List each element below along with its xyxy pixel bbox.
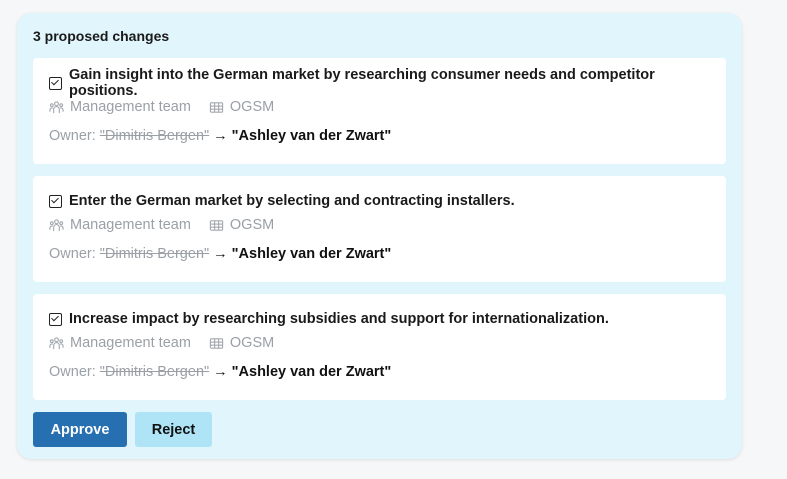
board-name: OGSM — [229, 217, 275, 233]
table-icon — [209, 219, 224, 231]
reject-button[interactable]: Reject — [135, 412, 212, 447]
team-name: Management team — [70, 217, 191, 233]
change-card: Enter the German market by selecting and… — [33, 176, 726, 282]
change-meta: Management team OGSM — [49, 216, 710, 234]
team-icon — [49, 100, 64, 113]
change-title-row: Increase impact by researching subsidies… — [49, 310, 710, 328]
panel-title: 3 proposed changes — [33, 28, 170, 44]
change-title-row: Enter the German market by selecting and… — [49, 192, 710, 210]
team-name: Management team — [70, 99, 191, 115]
team-tag: Management team — [49, 217, 191, 233]
change-title: Enter the German market by selecting and… — [69, 193, 515, 209]
owner-change: Owner: "Dimitris Bergen" → "Ashley van d… — [49, 127, 710, 145]
checkbox-checked-icon[interactable] — [49, 312, 62, 326]
arrow-right-icon: → — [213, 128, 228, 144]
team-tag: Management team — [49, 99, 191, 115]
arrow-right-icon: → — [213, 246, 228, 262]
owner-label: Owner: — [49, 364, 96, 380]
team-name: Management team — [70, 335, 191, 351]
old-owner: "Dimitris Bergen" — [99, 128, 210, 144]
owner-label: Owner: — [49, 128, 96, 144]
board-tag: OGSM — [209, 99, 274, 115]
board-name: OGSM — [229, 99, 275, 115]
checkbox-checked-icon[interactable] — [49, 76, 62, 90]
old-owner: "Dimitris Bergen" — [99, 364, 210, 380]
owner-change: Owner: "Dimitris Bergen" → "Ashley van d… — [49, 245, 710, 263]
old-owner: "Dimitris Bergen" — [99, 246, 210, 262]
proposed-changes-panel: 3 proposed changes Gain insight into the… — [17, 13, 742, 459]
change-meta: Management team OGSM — [49, 98, 710, 116]
new-owner: "Ashley van der Zwart" — [231, 246, 392, 262]
approve-button[interactable]: Approve — [33, 412, 127, 447]
action-bar: Approve Reject — [33, 412, 726, 447]
table-icon — [209, 337, 224, 349]
change-title: Increase impact by researching subsidies… — [69, 311, 609, 327]
checkbox-checked-icon[interactable] — [49, 194, 62, 208]
board-name: OGSM — [229, 335, 275, 351]
owner-change: Owner: "Dimitris Bergen" → "Ashley van d… — [49, 363, 710, 381]
arrow-right-icon: → — [213, 364, 228, 380]
new-owner: "Ashley van der Zwart" — [231, 128, 392, 144]
team-tag: Management team — [49, 335, 191, 351]
owner-label: Owner: — [49, 246, 96, 262]
team-icon — [49, 336, 64, 349]
board-tag: OGSM — [209, 335, 274, 351]
change-meta: Management team OGSM — [49, 334, 710, 352]
table-icon — [209, 101, 224, 113]
change-card: Gain insight into the German market by r… — [33, 58, 726, 164]
change-card: Increase impact by researching subsidies… — [33, 294, 726, 400]
change-title: Gain insight into the German market by r… — [69, 67, 655, 99]
new-owner: "Ashley van der Zwart" — [231, 364, 392, 380]
team-icon — [49, 218, 64, 231]
change-title-row: Gain insight into the German market by r… — [49, 67, 710, 99]
board-tag: OGSM — [209, 217, 274, 233]
